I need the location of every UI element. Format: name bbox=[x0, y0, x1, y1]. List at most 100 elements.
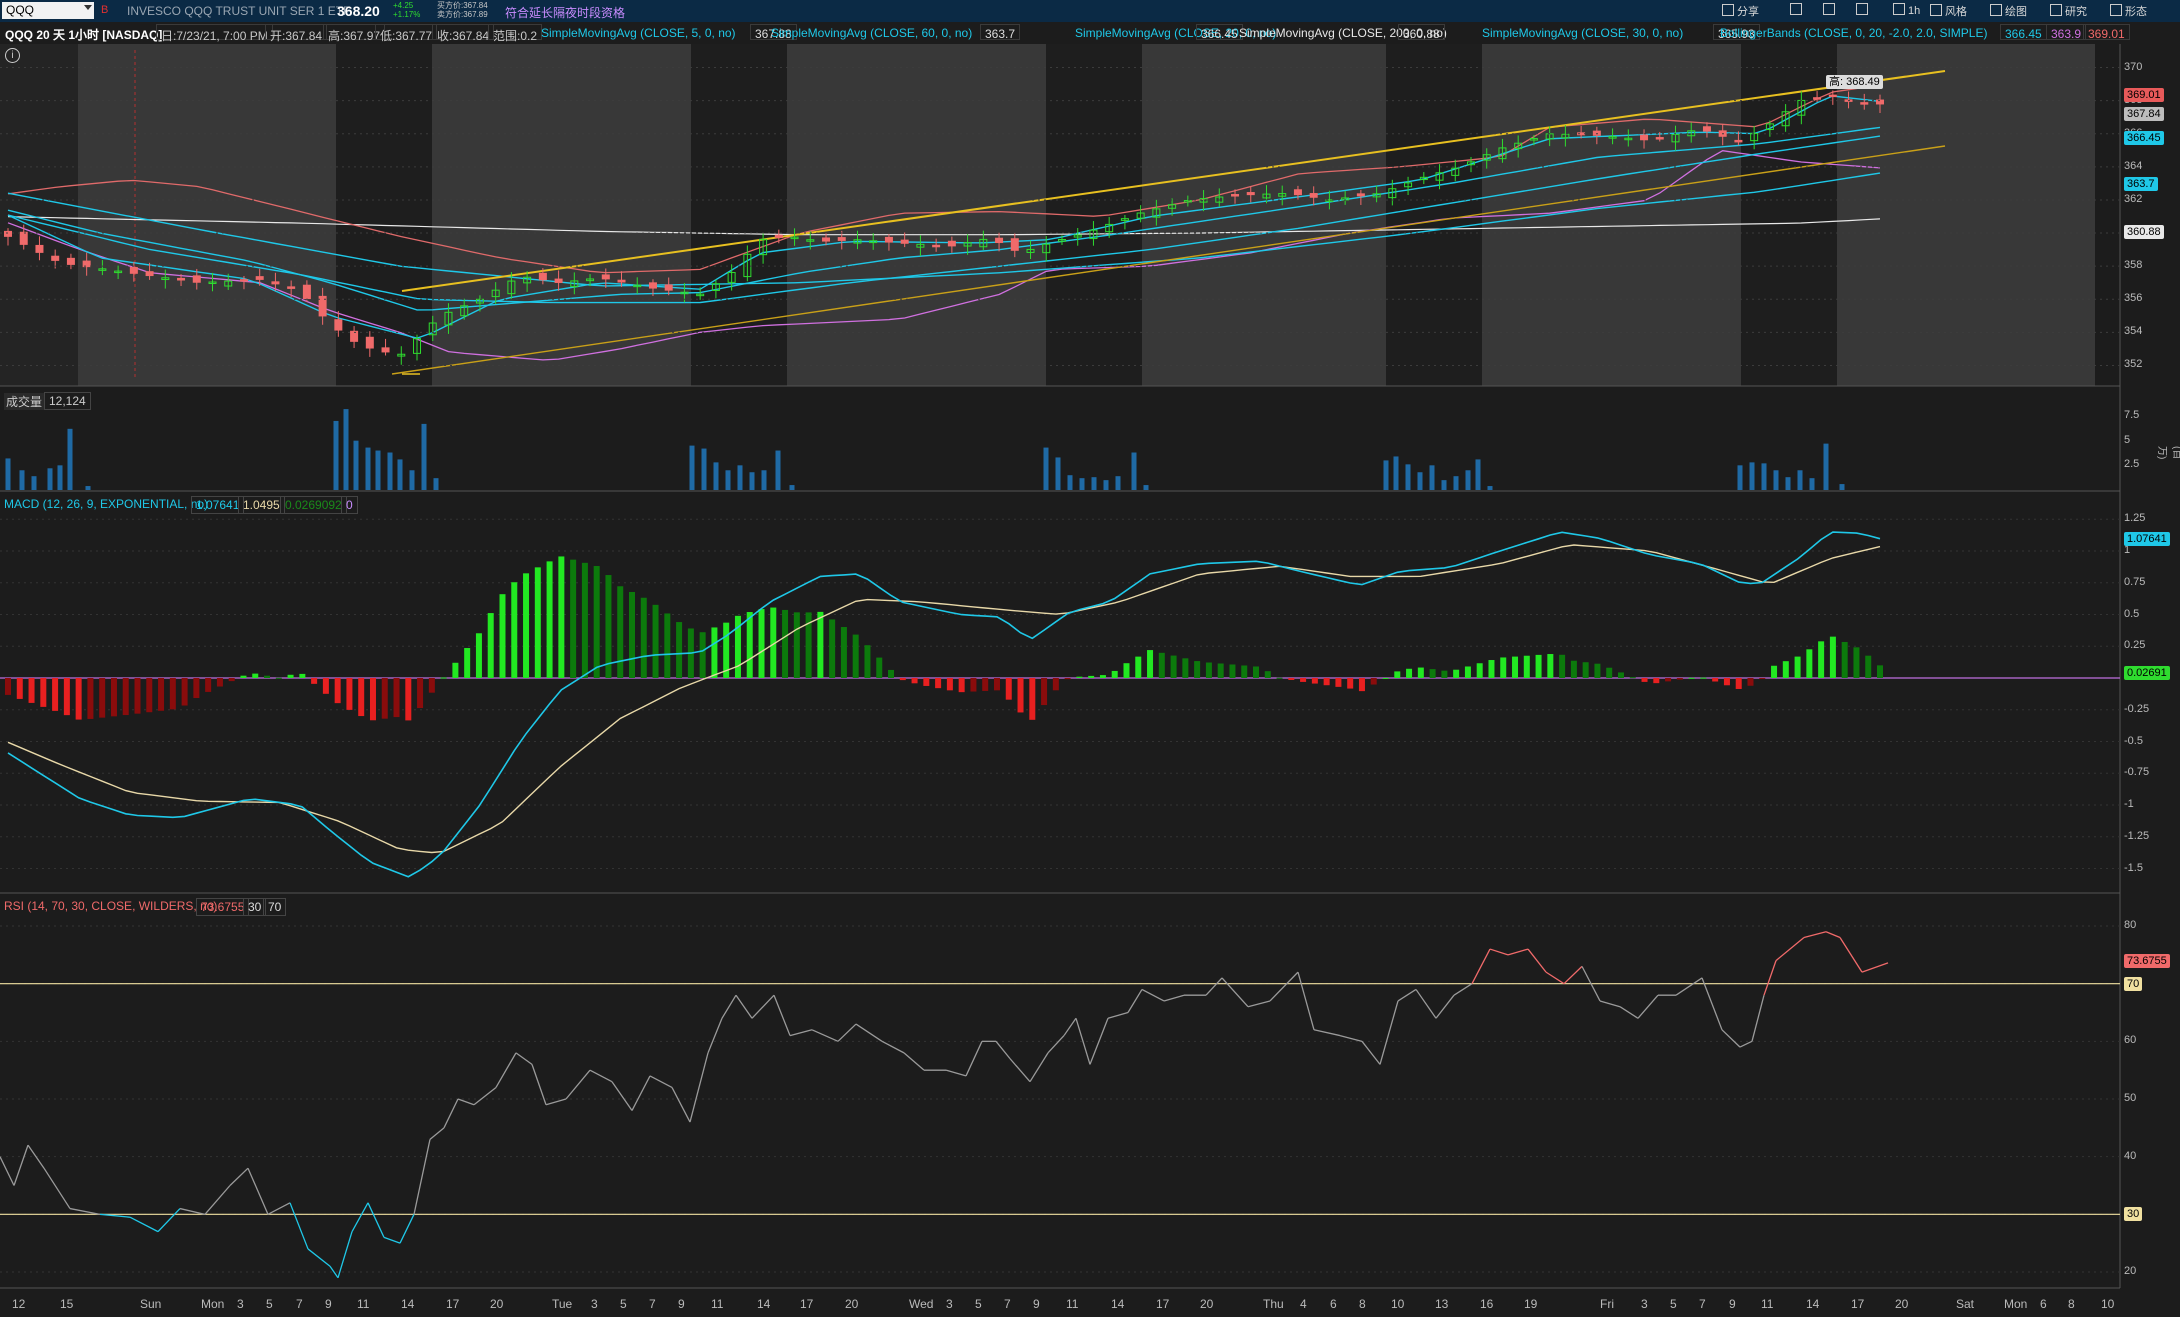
candle-body bbox=[1734, 139, 1743, 143]
grid-button[interactable] bbox=[1790, 3, 1805, 17]
macd-tag: 1.07641 bbox=[2124, 532, 2170, 546]
volume-bar bbox=[1417, 472, 1423, 490]
macd-histogram-bar bbox=[840, 627, 847, 678]
volume-bar bbox=[409, 470, 415, 490]
macd-histogram-bar bbox=[699, 632, 706, 678]
macd-histogram-bar bbox=[452, 662, 459, 678]
macd-histogram-bar bbox=[1041, 678, 1048, 706]
price-tick-label: 370 bbox=[2124, 60, 2143, 73]
chart-canvas[interactable] bbox=[0, 0, 2180, 1317]
time-axis-label: 3 bbox=[237, 1297, 244, 1311]
macd-histogram-bar bbox=[193, 678, 200, 699]
volume-bar bbox=[67, 428, 73, 490]
macd-histogram-bar bbox=[1841, 641, 1848, 678]
macd-histogram-bar bbox=[1406, 668, 1413, 678]
rsi-70-tag: 70 bbox=[2124, 977, 2143, 991]
macd-histogram-bar bbox=[287, 674, 294, 678]
time-axis-label: 17 bbox=[800, 1297, 814, 1311]
macd-histogram-bar bbox=[1829, 636, 1836, 678]
candle-body bbox=[1655, 137, 1664, 140]
style-button[interactable]: 风格 bbox=[1930, 3, 1967, 19]
macd-histogram-bar bbox=[1865, 655, 1872, 678]
time-axis-label: 14 bbox=[757, 1297, 771, 1311]
time-axis-label: 6 bbox=[2040, 1297, 2047, 1311]
price-change: +4.25 +1.17% bbox=[393, 1, 421, 19]
study-button[interactable]: 研究 bbox=[2050, 3, 2087, 19]
session-band bbox=[1386, 44, 1482, 386]
volume-bar bbox=[1475, 459, 1481, 490]
time-axis-label: Sat bbox=[1956, 1297, 1975, 1311]
candle-body bbox=[554, 278, 563, 283]
macd-histogram-bar bbox=[1723, 678, 1730, 686]
macd-histogram-bar bbox=[1205, 662, 1212, 678]
share-button[interactable]: 分享 bbox=[1722, 3, 1759, 19]
study-label[interactable]: SimpleMovingAvg (CLOSE, 60, 0, no) bbox=[771, 26, 972, 40]
macd-histogram-bar bbox=[99, 678, 106, 718]
extended-hours-note[interactable]: 符合延长隔夜时段资格 bbox=[505, 4, 625, 21]
volume-bar bbox=[57, 465, 63, 490]
time-axis-label: 20 bbox=[1200, 1297, 1214, 1311]
macd-histogram-bar bbox=[1158, 652, 1165, 678]
macd-histogram-bar bbox=[5, 678, 11, 695]
symbol-input[interactable]: QQQ bbox=[2, 2, 94, 19]
rsi-tick-label: 40 bbox=[2124, 1149, 2137, 1162]
macd-diff: 0.0269092 bbox=[280, 496, 347, 514]
macd-histogram-bar bbox=[1064, 678, 1071, 680]
macd-histogram-bar bbox=[523, 573, 530, 678]
candle-body bbox=[51, 255, 60, 261]
time-axis-label: 7 bbox=[649, 1297, 656, 1311]
time-axis-label: Tue bbox=[552, 1297, 573, 1311]
volume-bar bbox=[397, 459, 403, 490]
button-label: 绘图 bbox=[2005, 6, 2027, 18]
volume-bar bbox=[1823, 443, 1829, 490]
chevron-down-icon[interactable] bbox=[84, 5, 92, 10]
macd-histogram-bar bbox=[1253, 666, 1259, 678]
macd-histogram-bar bbox=[1547, 654, 1554, 678]
flask-button[interactable] bbox=[1823, 3, 1838, 17]
volume-bar bbox=[1773, 470, 1779, 490]
macd-histogram-bar bbox=[134, 678, 141, 714]
macd-histogram-bar bbox=[876, 657, 883, 678]
timeframe-button[interactable]: 1h bbox=[1893, 3, 1920, 17]
macd-histogram-bar bbox=[1559, 654, 1566, 678]
candle-body bbox=[255, 276, 264, 280]
time-axis-label: 13 bbox=[1435, 1297, 1449, 1311]
candle-body bbox=[1860, 102, 1869, 105]
study-label[interactable]: SimpleMovingAvg (CLOSE, 30, 0, no) bbox=[1482, 26, 1683, 40]
macd-histogram-bar bbox=[1606, 667, 1613, 678]
macd-tick-label: 0.25 bbox=[2124, 639, 2146, 652]
candle-body bbox=[177, 277, 186, 281]
macd-histogram-bar bbox=[487, 613, 494, 678]
info-icon[interactable]: i bbox=[5, 48, 20, 63]
time-axis-label: 16 bbox=[1480, 1297, 1494, 1311]
study-value: 360.88 bbox=[1398, 24, 1445, 41]
candle-body bbox=[66, 257, 75, 265]
volume-bar bbox=[1429, 465, 1435, 490]
volume-bar bbox=[1465, 470, 1471, 490]
macd-histogram-bar bbox=[817, 611, 824, 678]
pattern-button[interactable]: 形态 bbox=[2110, 3, 2147, 19]
volume-bar bbox=[789, 485, 795, 490]
volume-bar bbox=[353, 440, 359, 490]
macd-histogram-bar bbox=[1417, 667, 1424, 678]
macd-zero: 0 bbox=[341, 496, 358, 514]
macd-histogram-bar bbox=[1782, 661, 1789, 678]
gear-button[interactable] bbox=[1856, 3, 1871, 17]
time-axis-label: Thu bbox=[1263, 1297, 1284, 1311]
macd-histogram-bar bbox=[358, 678, 365, 717]
volume-bar bbox=[85, 486, 91, 490]
macd-tick-label: 0.5 bbox=[2124, 607, 2140, 620]
macd-histogram-bar bbox=[1853, 647, 1860, 678]
bollinger-label[interactable]: BollingerBands (CLOSE, 0, 20, -2.0, 2.0,… bbox=[1720, 26, 1987, 40]
macd-histogram-bar bbox=[475, 633, 482, 678]
macd-histogram-bar bbox=[1264, 671, 1271, 678]
macd-histogram-bar bbox=[852, 634, 859, 678]
time-axis-label: 9 bbox=[1729, 1297, 1736, 1311]
rsi-label: RSI (14, 70, 30, CLOSE, WILDERS, no) bbox=[4, 899, 218, 913]
study-label[interactable]: SimpleMovingAvg (CLOSE, 5, 0, no) bbox=[541, 26, 736, 40]
draw-button[interactable]: 绘图 bbox=[1990, 3, 2027, 19]
macd-histogram-bar bbox=[1123, 663, 1130, 678]
button-label: 1h bbox=[1908, 5, 1921, 17]
macd-histogram-bar bbox=[52, 678, 59, 711]
price-tick-label: 364 bbox=[2124, 159, 2143, 172]
